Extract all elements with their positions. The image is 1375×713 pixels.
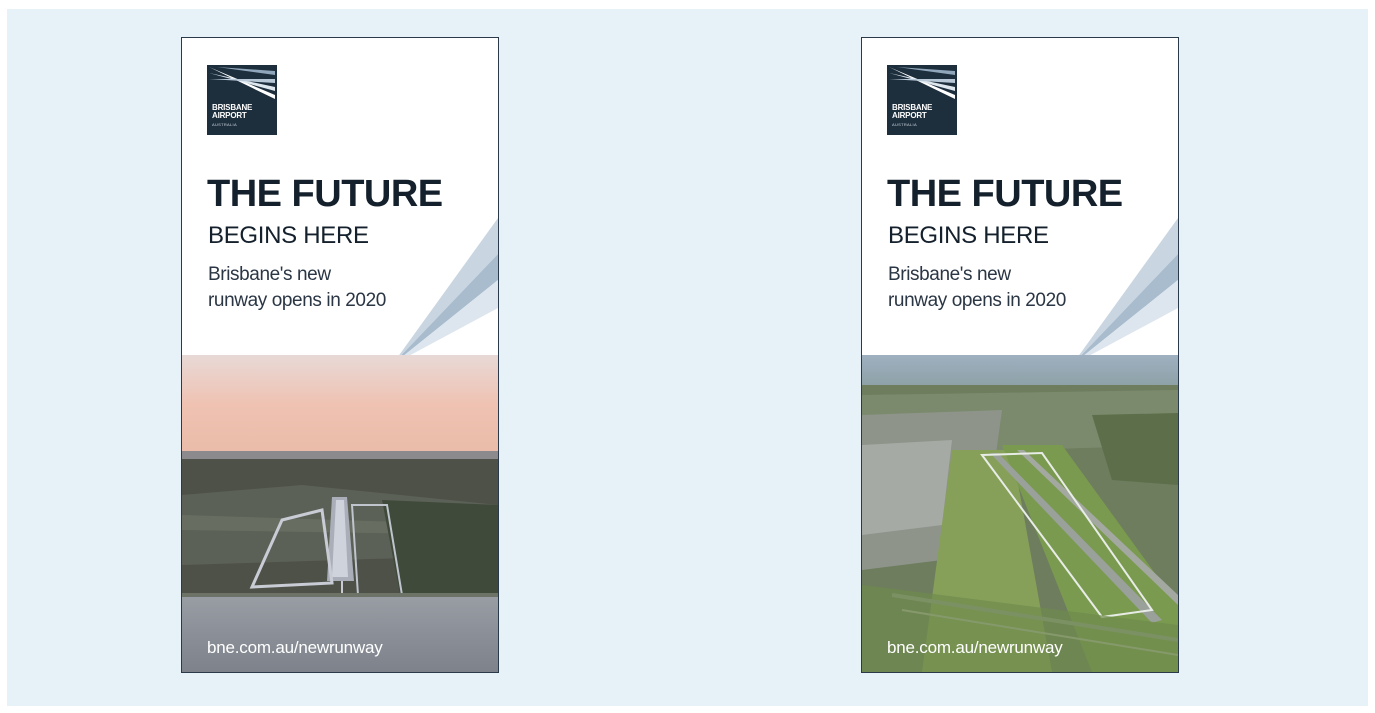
headline: THE FUTURE [207,173,443,215]
logo-text-australia: AUSTRALIA [892,122,917,127]
banner-ad-dusk: BRISBANE AIRPORT AUSTRALIA THE FUTURE BE… [181,37,499,673]
logo-text-airport: AIRPORT [892,111,927,120]
logo-rays-icon [889,67,955,99]
brisbane-airport-logo: BRISBANE AIRPORT AUSTRALIA [207,65,277,135]
website-url: bne.com.au/newrunway [207,638,383,657]
logo-text-airport: AIRPORT [212,111,247,120]
brisbane-airport-logo: BRISBANE AIRPORT AUSTRALIA [887,65,957,135]
runway-photo-dusk [182,355,498,672]
headline: THE FUTURE [887,173,1123,215]
banner-ad-aerial: BRISBANE AIRPORT AUSTRALIA THE FUTURE BE… [861,37,1179,673]
subheadline: BEGINS HERE [208,222,369,249]
logo-text-australia: AUSTRALIA [212,122,237,127]
light-beam-graphic [392,218,498,365]
website-url: bne.com.au/newrunway [887,638,1063,657]
light-beam-graphic [1072,218,1178,365]
subheadline: BEGINS HERE [888,222,1049,249]
logo-rays-icon [209,67,275,99]
runway-photo-aerial [862,355,1178,672]
